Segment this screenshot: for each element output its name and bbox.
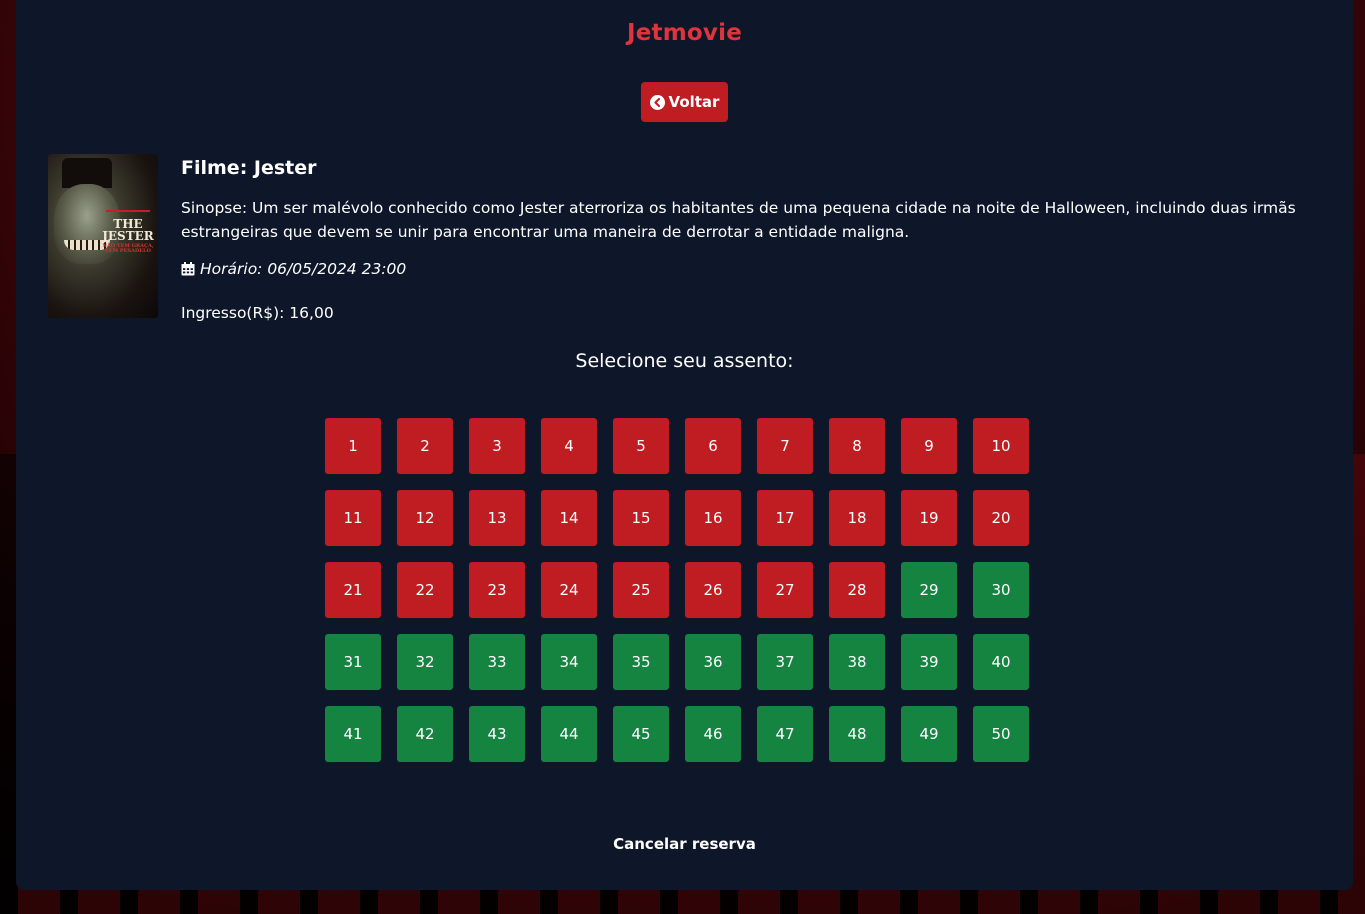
seat-41[interactable]: 41 bbox=[325, 706, 381, 762]
seat-20[interactable]: 20 bbox=[973, 490, 1029, 546]
seat-4[interactable]: 4 bbox=[541, 418, 597, 474]
seat-26[interactable]: 26 bbox=[685, 562, 741, 618]
seat-17[interactable]: 17 bbox=[757, 490, 813, 546]
reservation-card: Jetmovie Voltar THE JESTER NÃO TEM GRAÇA… bbox=[16, 0, 1353, 890]
seat-35[interactable]: 35 bbox=[613, 634, 669, 690]
seat-45[interactable]: 45 bbox=[613, 706, 669, 762]
seat-25[interactable]: 25 bbox=[613, 562, 669, 618]
seat-selection-heading: Selecione seu assento: bbox=[575, 350, 794, 372]
seat-46[interactable]: 46 bbox=[685, 706, 741, 762]
seat-36[interactable]: 36 bbox=[685, 634, 741, 690]
ticket-price: Ingresso(R$): 16,00 bbox=[181, 304, 334, 322]
seat-37[interactable]: 37 bbox=[757, 634, 813, 690]
seat-10[interactable]: 10 bbox=[973, 418, 1029, 474]
brand-title: Jetmovie bbox=[627, 20, 742, 46]
seat-21[interactable]: 21 bbox=[325, 562, 381, 618]
seat-33[interactable]: 33 bbox=[469, 634, 525, 690]
seat-30[interactable]: 30 bbox=[973, 562, 1029, 618]
seat-1[interactable]: 1 bbox=[325, 418, 381, 474]
seat-38[interactable]: 38 bbox=[829, 634, 885, 690]
seat-42[interactable]: 42 bbox=[397, 706, 453, 762]
seat-32[interactable]: 32 bbox=[397, 634, 453, 690]
seat-16[interactable]: 16 bbox=[685, 490, 741, 546]
movie-poster: THE JESTER NÃO TEM GRAÇA, TEM PESADELO bbox=[48, 154, 158, 318]
movie-info: Filme: Jester Sinopse: Um ser malévolo c… bbox=[181, 154, 1321, 322]
seat-44[interactable]: 44 bbox=[541, 706, 597, 762]
cancel-reservation-button[interactable]: Cancelar reserva bbox=[16, 835, 1353, 853]
seat-5[interactable]: 5 bbox=[613, 418, 669, 474]
seat-11[interactable]: 11 bbox=[325, 490, 381, 546]
chevron-left-circle-icon bbox=[649, 94, 665, 110]
seat-49[interactable]: 49 bbox=[901, 706, 957, 762]
seat-48[interactable]: 48 bbox=[829, 706, 885, 762]
seat-12[interactable]: 12 bbox=[397, 490, 453, 546]
seat-19[interactable]: 19 bbox=[901, 490, 957, 546]
seat-grid: 1 2 3 4 5 6 7 8 9 10 11 12 13 14 15 16 17 18 19 20 21 22 23 24 2… bbox=[325, 418, 1029, 762]
seat-13[interactable]: 13 bbox=[469, 490, 525, 546]
seat-14[interactable]: 14 bbox=[541, 490, 597, 546]
seat-24[interactable]: 24 bbox=[541, 562, 597, 618]
seat-8[interactable]: 8 bbox=[829, 418, 885, 474]
back-button[interactable]: Voltar bbox=[641, 82, 728, 122]
seat-15[interactable]: 15 bbox=[613, 490, 669, 546]
seat-7[interactable]: 7 bbox=[757, 418, 813, 474]
movie-synopsis: Sinopse: Um ser malévolo conhecido como … bbox=[181, 199, 1296, 241]
movie-title: Filme: Jester bbox=[181, 157, 317, 179]
schedule-text: Horário: 06/05/2024 23:00 bbox=[200, 260, 407, 278]
seat-29[interactable]: 29 bbox=[901, 562, 957, 618]
seat-3[interactable]: 3 bbox=[469, 418, 525, 474]
seat-2[interactable]: 2 bbox=[397, 418, 453, 474]
seat-50[interactable]: 50 bbox=[973, 706, 1029, 762]
seat-6[interactable]: 6 bbox=[685, 418, 741, 474]
seat-9[interactable]: 9 bbox=[901, 418, 957, 474]
seat-27[interactable]: 27 bbox=[757, 562, 813, 618]
seat-22[interactable]: 22 bbox=[397, 562, 453, 618]
seat-39[interactable]: 39 bbox=[901, 634, 957, 690]
seat-43[interactable]: 43 bbox=[469, 706, 525, 762]
poster-title: THE JESTER NÃO TEM GRAÇA, TEM PESADELO bbox=[100, 218, 156, 254]
seat-47[interactable]: 47 bbox=[757, 706, 813, 762]
poster-tagline: NÃO TEM GRAÇA, TEM PESADELO bbox=[102, 243, 154, 254]
seat-23[interactable]: 23 bbox=[469, 562, 525, 618]
seat-31[interactable]: 31 bbox=[325, 634, 381, 690]
movie-schedule: Horário: 06/05/2024 23:00 bbox=[181, 260, 1321, 278]
seat-28[interactable]: 28 bbox=[829, 562, 885, 618]
seat-40[interactable]: 40 bbox=[973, 634, 1029, 690]
calendar-icon bbox=[181, 262, 195, 276]
seat-34[interactable]: 34 bbox=[541, 634, 597, 690]
seat-18[interactable]: 18 bbox=[829, 490, 885, 546]
back-button-label: Voltar bbox=[668, 93, 720, 111]
